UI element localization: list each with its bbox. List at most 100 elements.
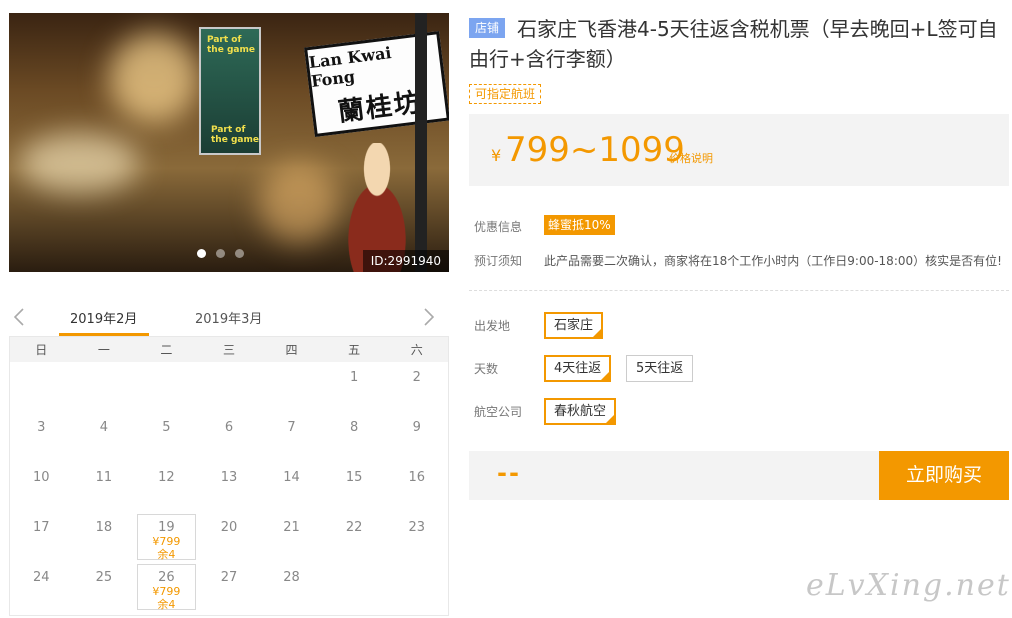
calendar-day-number: 28	[283, 570, 300, 585]
street-sign: Lan Kwai Fong 蘭桂坊	[304, 31, 449, 137]
calendar-day-number: 22	[345, 520, 363, 535]
calendar-day: 8	[323, 412, 386, 462]
calendar-day-number: 26	[158, 570, 175, 585]
days-label: 天数	[474, 362, 499, 376]
calendar-day-available[interactable]: 26 ¥799 余4	[135, 562, 198, 612]
section-divider	[469, 290, 1009, 291]
carousel-dot[interactable]	[216, 249, 225, 258]
calendar-day-number: 17	[33, 520, 50, 535]
calendar-day-number: 8	[349, 420, 359, 435]
poster-line1: Part of	[207, 35, 242, 45]
flight-tag: 可指定航班	[469, 84, 542, 104]
calendar-weekday-header: 日一二三四五六	[10, 336, 448, 362]
product-title: 石家庄飞香港4-5天往返含税机票（早去晚回+L签可自由行+含行李额）	[469, 17, 998, 71]
calendar-day: 18	[73, 512, 136, 562]
calendar-day	[10, 362, 73, 412]
price-calendar: 日一二三四五六 1 2 3 4 5 6 7 8 9 10 11 12 13 14 15 16 17 18 19 ¥79…	[9, 336, 449, 616]
calendar-day: 5	[135, 412, 198, 462]
light-glow	[19, 133, 139, 193]
tab-month-feb[interactable]: 2019年2月	[70, 308, 137, 327]
image-id-tag: ID:2991940	[362, 250, 449, 272]
calendar-day-price: ¥799	[152, 535, 181, 548]
calendar-day-number: 24	[33, 570, 50, 585]
buy-now-button[interactable]: 立即购买	[879, 451, 1009, 500]
calendar-day-number: 18	[95, 520, 113, 535]
calendar-day: 15	[323, 462, 386, 512]
carousel-dot[interactable]	[235, 249, 244, 258]
weekday-label: 二	[160, 343, 173, 357]
carousel-dot[interactable]	[197, 249, 206, 258]
poster-line2-lower: the game	[211, 135, 259, 145]
calendar-day-available[interactable]: 19 ¥799 余4	[135, 512, 198, 562]
calendar-day-number: 2	[412, 370, 421, 385]
sign-pole	[415, 13, 427, 272]
calendar-day-number: 7	[287, 420, 296, 435]
option-days-5[interactable]: 5天往返	[626, 355, 694, 382]
option-departure-shijiazhuang[interactable]: 石家庄	[544, 312, 604, 339]
chevron-left-icon[interactable]	[13, 308, 32, 326]
calendar-day: 20	[198, 512, 261, 562]
calendar-day-number: 4	[99, 420, 108, 435]
calendar-day	[73, 362, 136, 412]
calendar-day-number: 13	[220, 470, 238, 485]
watermark: eLvXing.net	[806, 568, 1011, 603]
calendar-day-number: 15	[345, 470, 363, 485]
calendar-grid: 1 2 3 4 5 6 7 8 9 10 11 12 13 14 15 16 17 18 19 ¥799 余4 20 21 2…	[10, 362, 448, 612]
calendar-day-number: 21	[283, 520, 300, 535]
calendar-day-price: ¥799	[152, 585, 181, 598]
price-note-link[interactable]: 价格说明	[669, 150, 713, 166]
calendar-day: 11	[73, 462, 136, 512]
price-box: ¥ 799~1099 价格说明	[469, 114, 1009, 186]
calendar-day: 6	[198, 412, 261, 462]
calendar-day: 7	[260, 412, 323, 462]
calendar-day: 16	[385, 462, 448, 512]
weekday-label: 五	[348, 343, 361, 357]
total-price-placeholder: --	[497, 459, 521, 487]
calendar-day: 27	[198, 562, 261, 612]
calendar-day: 12	[135, 462, 198, 512]
promo-label: 优惠信息	[474, 220, 523, 234]
calendar-day	[135, 362, 198, 412]
calendar-day-number: 10	[33, 470, 50, 485]
tab-month-mar[interactable]: 2019年3月	[195, 308, 262, 327]
weekday-label: 四	[285, 343, 298, 357]
calendar-day-number: 25	[95, 570, 113, 585]
calendar-day-number: 6	[224, 420, 234, 435]
weekday-label: 六	[410, 343, 423, 357]
calendar-day: 22	[323, 512, 386, 562]
calendar-day: 28	[260, 562, 323, 612]
chevron-right-icon[interactable]	[424, 308, 442, 326]
calendar-day: 9	[385, 412, 448, 462]
calendar-day-stock: 余4	[157, 548, 176, 561]
calendar-day-number: 20	[220, 520, 238, 535]
weekday-label: 日	[35, 343, 48, 357]
calendar-day-number: 11	[95, 470, 113, 485]
calendar-day: 10	[10, 462, 73, 512]
calendar-day	[198, 362, 261, 412]
price-symbol: ¥	[491, 146, 502, 165]
poster-line2: the game	[207, 45, 255, 55]
calendar-day: 24	[10, 562, 73, 612]
calendar-day	[323, 562, 386, 612]
calendar-day: 23	[385, 512, 448, 562]
sign-chinese: 蘭桂坊	[336, 87, 424, 128]
option-days-4[interactable]: 4天往返	[544, 355, 612, 382]
calendar-day-number: 9	[412, 420, 421, 435]
calendar-day: 1	[323, 362, 386, 412]
calendar-day: 21	[260, 512, 323, 562]
calendar-day-number: 5	[162, 420, 171, 435]
calendar-day-number: 1	[349, 370, 359, 385]
shop-badge[interactable]: 店铺	[469, 18, 506, 38]
departure-label: 出发地	[474, 319, 511, 333]
option-airline-spring[interactable]: 春秋航空	[544, 398, 617, 425]
total-price-bar: --	[469, 451, 879, 500]
calendar-day-number: 23	[408, 520, 425, 535]
calendar-day: 4	[73, 412, 136, 462]
notice-label: 预订须知	[474, 254, 523, 268]
poster-line1-lower: Part of	[211, 125, 246, 135]
calendar-day	[385, 562, 448, 612]
product-hero-image[interactable]: Part of the game Part of the game Lan Kw…	[9, 13, 449, 272]
calendar-day: 17	[10, 512, 73, 562]
airline-label: 航空公司	[474, 405, 523, 419]
calendar-day-number: 16	[408, 470, 425, 485]
